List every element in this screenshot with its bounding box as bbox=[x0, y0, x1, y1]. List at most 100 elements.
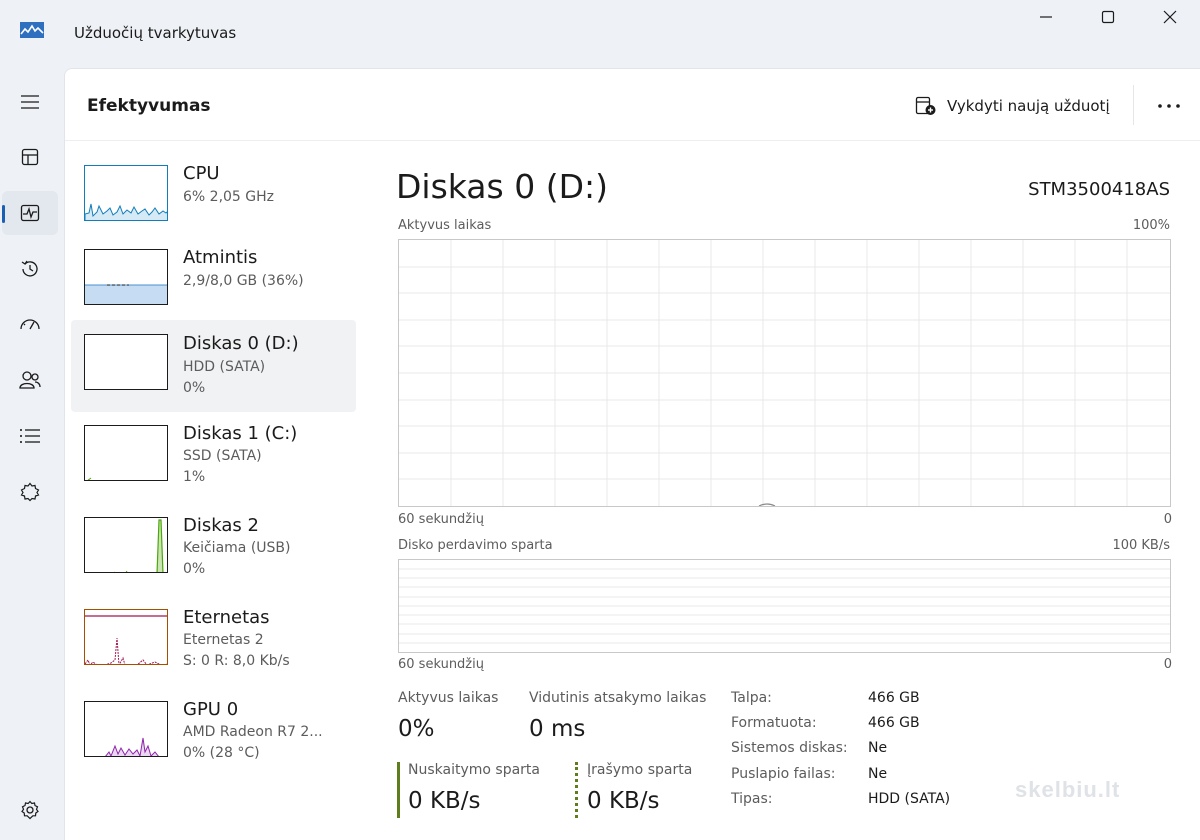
nav-details[interactable] bbox=[2, 414, 58, 458]
read-speed-label: Nuskaitymo sparta bbox=[408, 762, 540, 778]
graph2-max: 100 KB/s bbox=[1112, 538, 1170, 553]
graph2-label: Disko perdavimo sparta bbox=[398, 538, 553, 553]
property-label: Sistemos diskas: bbox=[731, 740, 848, 756]
device-throughput: S: 0 R: 8,0 Kb/s bbox=[183, 653, 290, 669]
graph1-x-left: 60 sekundžių bbox=[398, 512, 484, 527]
disk1-sparkline bbox=[87, 477, 92, 480]
device-usage: 0% (28 °C) bbox=[183, 745, 260, 761]
main-panel: Efektyvumas Vykdyti naują užduotį CPU 6%… bbox=[64, 68, 1200, 840]
write-speed-value: 0 KB/s bbox=[587, 788, 660, 814]
read-rate-indicator bbox=[397, 762, 400, 818]
nav-users[interactable] bbox=[2, 358, 58, 402]
device-detail: AMD Radeon R7 2... bbox=[183, 724, 323, 740]
device-detail: 6% 2,05 GHz bbox=[183, 189, 275, 205]
services-icon bbox=[20, 482, 40, 502]
app-history-icon bbox=[21, 260, 38, 277]
nav-performance[interactable] bbox=[2, 191, 58, 235]
minimize-icon bbox=[1040, 16, 1052, 18]
property-label: Talpa: bbox=[731, 690, 772, 706]
maximize-button[interactable] bbox=[1075, 0, 1141, 34]
device-disk-0[interactable]: Diskas 0 (D:) HDD (SATA) 0% bbox=[71, 320, 356, 412]
active-time-value: 0% bbox=[398, 716, 435, 742]
nav-processes[interactable] bbox=[2, 135, 58, 179]
disk-model: STM3500418AS bbox=[1028, 179, 1170, 200]
property-value: 466 GB bbox=[868, 715, 920, 731]
device-detail: SSD (SATA) bbox=[183, 448, 262, 464]
device-name: Diskas 2 bbox=[183, 515, 259, 536]
nav-menu-toggle[interactable] bbox=[2, 80, 58, 124]
device-cpu[interactable]: CPU 6% 2,05 GHz bbox=[71, 157, 356, 249]
device-detail: 2,9/8,0 GB (36%) bbox=[183, 273, 304, 289]
nav-app-history[interactable] bbox=[2, 247, 58, 291]
graph2-x-left: 60 sekundžių bbox=[398, 657, 484, 672]
close-button[interactable] bbox=[1137, 0, 1200, 34]
settings-icon bbox=[21, 800, 39, 820]
nav-settings[interactable] bbox=[2, 788, 58, 832]
graph1-label: Aktyvus laikas bbox=[398, 218, 492, 233]
nav-startup-apps[interactable] bbox=[2, 303, 58, 347]
device-name: Atmintis bbox=[183, 247, 258, 268]
device-detail: Keičiama (USB) bbox=[183, 540, 291, 556]
memory-thumbnail-graph bbox=[84, 249, 168, 305]
avg-response-label: Vidutinis atsakymo laikas bbox=[529, 690, 707, 706]
active-indicator bbox=[2, 205, 5, 223]
cpu-thumbnail-graph bbox=[84, 165, 168, 221]
property-value: Ne bbox=[868, 766, 888, 782]
detail-title: Diskas 0 (D:) bbox=[396, 167, 608, 206]
disk0-thumbnail-graph bbox=[84, 334, 168, 390]
hamburger-menu-icon bbox=[21, 95, 39, 109]
write-rate-indicator bbox=[575, 762, 578, 818]
disk1-thumbnail-graph bbox=[84, 425, 168, 481]
more-options-button[interactable] bbox=[1151, 91, 1187, 121]
processes-icon bbox=[21, 148, 39, 166]
users-icon bbox=[19, 371, 41, 389]
property-value: 466 GB bbox=[868, 690, 920, 706]
nav-services[interactable] bbox=[2, 470, 58, 514]
header-divider bbox=[1133, 85, 1134, 125]
run-new-task-button[interactable]: Vykdyti naują užduotį bbox=[915, 93, 1110, 119]
maximize-icon bbox=[1101, 10, 1115, 24]
property-label: Tipas: bbox=[731, 791, 773, 807]
device-disk-2[interactable]: Diskas 2 Keičiama (USB) 0% bbox=[71, 511, 356, 603]
property-label: Formatuota: bbox=[731, 715, 817, 731]
run-task-label: Vykdyti naują užduotį bbox=[947, 97, 1110, 115]
run-task-icon bbox=[915, 96, 936, 115]
graph1-x-right: 0 bbox=[1163, 512, 1172, 527]
active-time-grid bbox=[399, 240, 1170, 507]
performance-icon bbox=[20, 204, 40, 222]
active-time-label: Aktyvus laikas bbox=[398, 690, 499, 706]
device-name: CPU bbox=[183, 163, 220, 184]
window-title: Užduočių tvarkytuvas bbox=[74, 24, 237, 42]
ethernet-thumbnail-graph bbox=[84, 609, 168, 665]
transfer-rate-grid bbox=[399, 568, 1170, 644]
cpu-sparkline bbox=[85, 203, 167, 220]
device-gpu[interactable]: GPU 0 AMD Radeon R7 2... 0% (28 °C) bbox=[71, 695, 356, 787]
minimize-button[interactable] bbox=[1013, 0, 1079, 34]
details-icon bbox=[20, 429, 40, 443]
write-speed-label: Įrašymo sparta bbox=[587, 762, 693, 778]
property-label: Puslapio failas: bbox=[731, 766, 836, 782]
startup-apps-icon bbox=[20, 319, 40, 330]
device-detail: HDD (SATA) bbox=[183, 359, 266, 375]
page-title: Efektyvumas bbox=[87, 96, 211, 116]
memory-sparkline bbox=[85, 284, 167, 304]
device-ethernet[interactable]: Eternetas Eternetas 2 S: 0 R: 8,0 Kb/s bbox=[71, 603, 356, 695]
device-disk-1[interactable]: Diskas 1 (C:) SSD (SATA) 1% bbox=[71, 419, 356, 511]
device-usage: 0% bbox=[183, 380, 206, 396]
read-speed-value: 0 KB/s bbox=[408, 788, 481, 814]
ethernet-sparkline bbox=[85, 615, 167, 664]
active-time-graph bbox=[398, 239, 1171, 507]
page-header: Efektyvumas Vykdyti naują užduotį bbox=[65, 69, 1200, 141]
graph2-x-right: 0 bbox=[1163, 657, 1172, 672]
device-usage: 0% bbox=[183, 561, 206, 577]
disk2-sparkline bbox=[114, 519, 164, 572]
close-icon bbox=[1163, 10, 1177, 24]
avg-response-value: 0 ms bbox=[529, 716, 586, 742]
watermark: skelbiu.lt bbox=[1015, 777, 1121, 802]
task-manager-app-icon bbox=[20, 22, 44, 38]
device-name: GPU 0 bbox=[183, 699, 239, 720]
property-value: HDD (SATA) bbox=[868, 791, 951, 807]
property-value: Ne bbox=[868, 740, 888, 756]
gpu-sparkline bbox=[105, 737, 159, 756]
device-name: Diskas 0 (D:) bbox=[183, 333, 299, 354]
